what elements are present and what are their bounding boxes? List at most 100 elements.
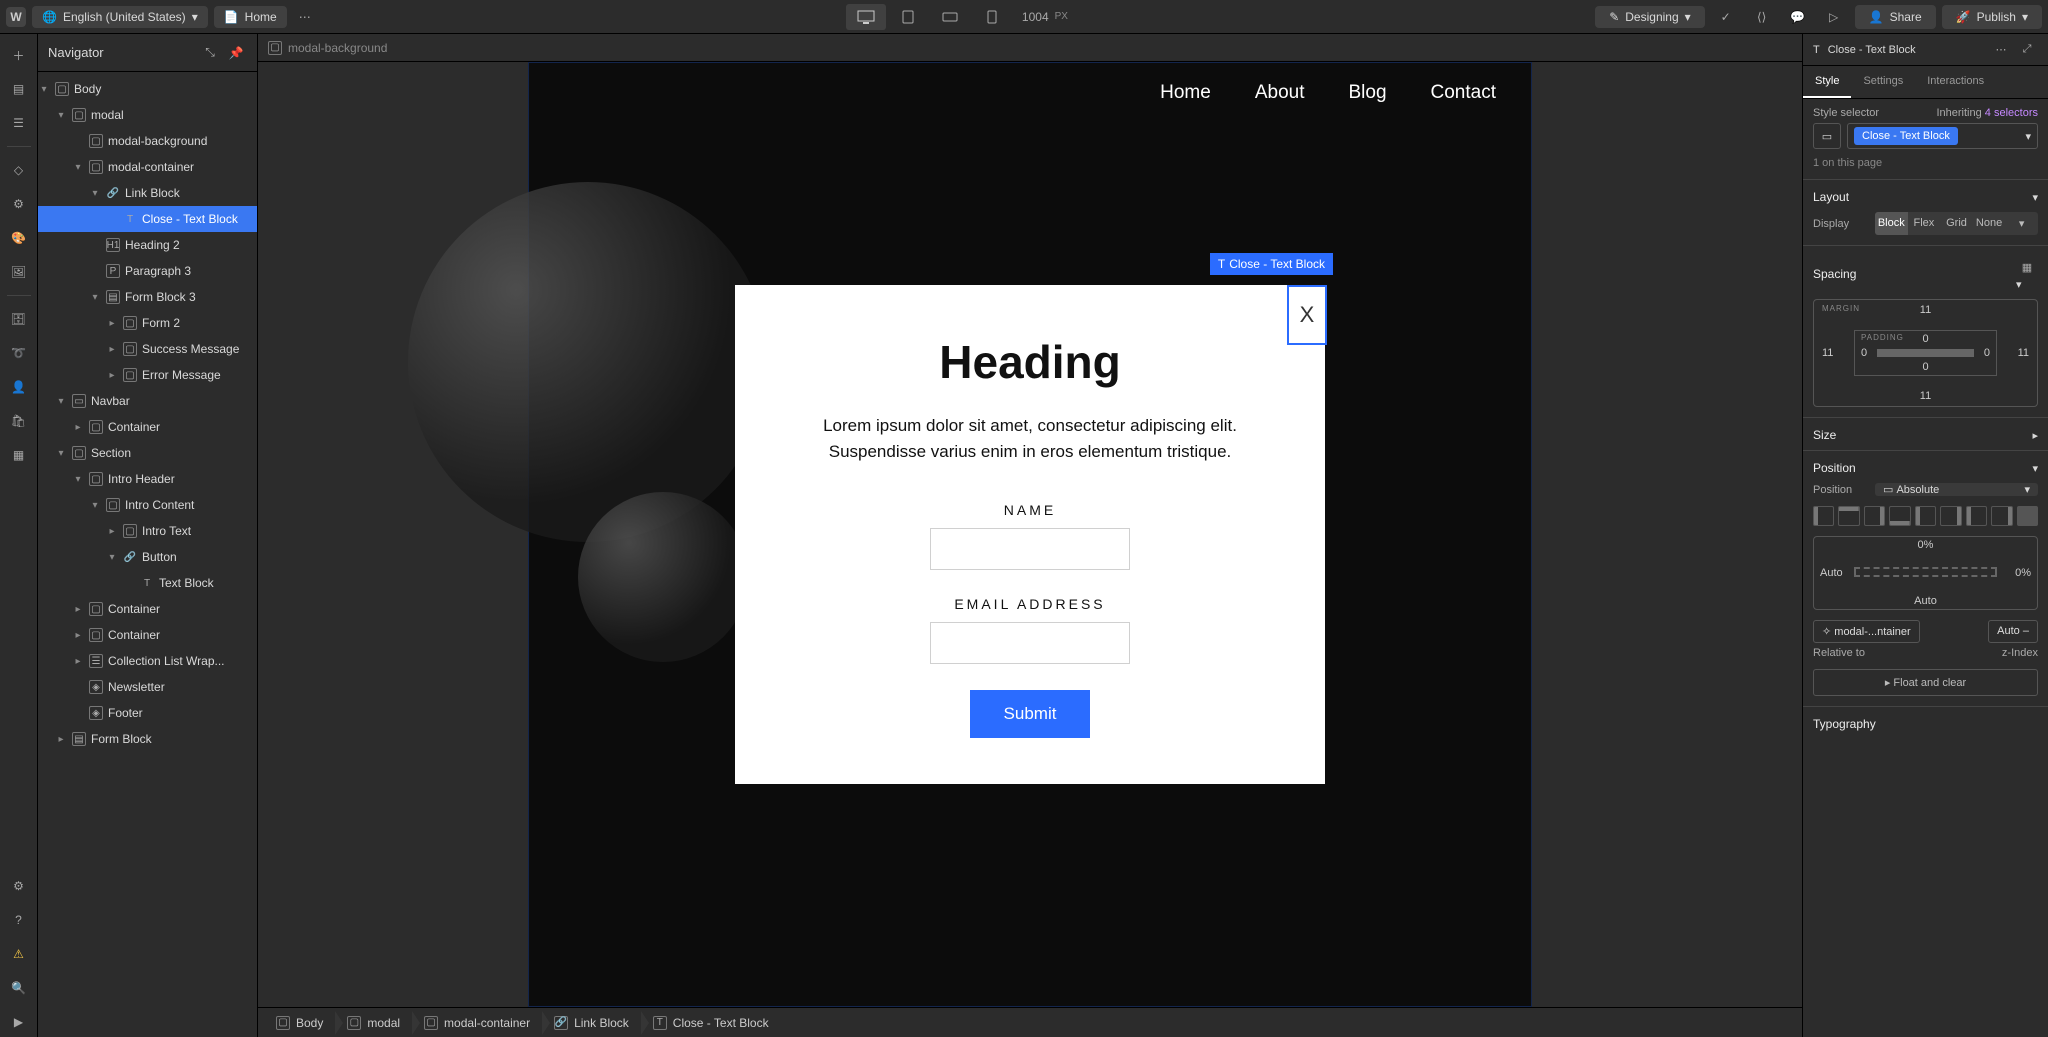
- breakpoint-mobile-landscape[interactable]: [930, 4, 970, 30]
- submit-button[interactable]: Submit: [970, 690, 1091, 738]
- preset-bl[interactable]: [1966, 506, 1987, 526]
- tree-row[interactable]: ▸☰Collection List Wrap...: [38, 648, 257, 674]
- settings-button[interactable]: ⚙: [4, 871, 34, 901]
- comments-icon[interactable]: 💬: [1783, 4, 1813, 30]
- selection-label[interactable]: T Close - Text Block: [1210, 253, 1333, 275]
- add-panel-button[interactable]: ＋: [4, 40, 34, 70]
- padding-bottom[interactable]: 0: [1922, 361, 1928, 373]
- variables-button[interactable]: ⚙: [4, 189, 34, 219]
- nav-link[interactable]: About: [1255, 82, 1305, 104]
- padding-box[interactable]: PADDING 0 0 0 0: [1854, 330, 1997, 376]
- spacing-editor[interactable]: MARGIN 11 11 11 11 PADDING 0 0 0 0: [1813, 299, 2038, 407]
- tree-row[interactable]: ▾▢modal: [38, 102, 257, 128]
- twisty-icon[interactable]: ▾: [55, 448, 67, 459]
- tree-row[interactable]: ▸▢Container: [38, 596, 257, 622]
- tree-row[interactable]: ▾▤Form Block 3: [38, 284, 257, 310]
- email-field[interactable]: [930, 622, 1130, 664]
- relative-to-button[interactable]: ✧ modal-...ntainer: [1813, 620, 1920, 643]
- more-settings-button[interactable]: ⋯: [1990, 39, 2012, 61]
- chevron-down-icon[interactable]: ▾: [2025, 130, 2031, 143]
- tree-row[interactable]: ▾▢Body: [38, 76, 257, 102]
- assets-button[interactable]: 🖼: [4, 257, 34, 287]
- section-layout[interactable]: Layout ▾: [1803, 179, 2048, 212]
- twisty-icon[interactable]: ▸: [55, 734, 67, 745]
- audit-warning-icon[interactable]: ⚠: [4, 939, 34, 969]
- padding-right[interactable]: 0: [1984, 347, 1990, 359]
- breadcrumb-segment[interactable]: ▢Body: [266, 1008, 337, 1037]
- preset-bottom[interactable]: [1889, 506, 1910, 526]
- tree-row[interactable]: ▸▢Success Message: [38, 336, 257, 362]
- tree-row[interactable]: ▾PParagraph 3: [38, 258, 257, 284]
- canvas-top-crumb[interactable]: ▢ modal-background: [258, 34, 1802, 62]
- float-clear-button[interactable]: ▸ Float and clear: [1813, 669, 2038, 696]
- help-button[interactable]: ?: [4, 905, 34, 935]
- pos-right[interactable]: 0%: [2015, 567, 2031, 579]
- display-more[interactable]: ▾: [2005, 212, 2038, 235]
- tree-row[interactable]: ▾TText Block: [38, 570, 257, 596]
- class-input[interactable]: Close - Text Block ▾: [1847, 123, 2038, 149]
- mode-selector[interactable]: ✎ Designing ▾: [1595, 6, 1704, 28]
- check-icon[interactable]: ✓: [1711, 4, 1741, 30]
- margin-top[interactable]: 11: [1920, 304, 1931, 316]
- preset-tr[interactable]: [1940, 506, 1961, 526]
- cms-button[interactable]: 🗄: [4, 304, 34, 334]
- tree-row[interactable]: ▾▢Intro Header: [38, 466, 257, 492]
- tree-row[interactable]: ▾🔗Button: [38, 544, 257, 570]
- breadcrumb-segment[interactable]: ▢modal-container: [414, 1008, 544, 1037]
- pos-bottom[interactable]: Auto: [1914, 595, 1937, 607]
- ecommerce-button[interactable]: 🛍: [4, 406, 34, 436]
- tree-row[interactable]: ▸▢Intro Text: [38, 518, 257, 544]
- padding-top[interactable]: 0: [1922, 333, 1928, 345]
- twisty-icon[interactable]: ▸: [72, 422, 84, 433]
- search-button[interactable]: 🔍: [4, 973, 34, 1003]
- spacing-presets-icon[interactable]: ▦: [2016, 256, 2038, 278]
- tree-row[interactable]: ▸▢Error Message: [38, 362, 257, 388]
- tree-row[interactable]: ▸▢Form 2: [38, 310, 257, 336]
- video-button[interactable]: ▶: [4, 1007, 34, 1037]
- locale-selector[interactable]: 🌐 English (United States) ▾: [32, 6, 208, 28]
- focus-button[interactable]: ⤢: [2016, 39, 2038, 61]
- breakpoint-tablet[interactable]: [888, 4, 928, 30]
- twisty-icon[interactable]: ▸: [106, 318, 118, 329]
- tab-interactions[interactable]: Interactions: [1915, 66, 1996, 98]
- section-spacing[interactable]: Spacing ▦ ▾: [1803, 245, 2048, 299]
- tree-row[interactable]: ▾▢Section: [38, 440, 257, 466]
- display-option[interactable]: Grid: [1940, 212, 1973, 235]
- twisty-icon[interactable]: ▸: [106, 526, 118, 537]
- tree-row[interactable]: ▸▢Container: [38, 622, 257, 648]
- tree-row[interactable]: ▾▢modal-background: [38, 128, 257, 154]
- twisty-icon[interactable]: ▸: [72, 630, 84, 641]
- breadcrumb-segment[interactable]: ▢modal: [337, 1008, 414, 1037]
- margin-bottom[interactable]: 11: [1920, 390, 1931, 402]
- breakpoint-mobile-portrait[interactable]: [972, 4, 1012, 30]
- navigator-tree[interactable]: ▾▢Body▾▢modal▾▢modal-background▾▢modal-c…: [38, 72, 257, 1037]
- section-size[interactable]: Size ▸: [1803, 417, 2048, 450]
- preview-icon[interactable]: ▷: [1819, 4, 1849, 30]
- breadcrumb-segment[interactable]: TClose - Text Block: [643, 1008, 783, 1037]
- twisty-icon[interactable]: ▾: [72, 162, 84, 173]
- close-button[interactable]: X: [1287, 285, 1327, 345]
- twisty-icon[interactable]: ▾: [89, 500, 101, 511]
- share-button[interactable]: 👤 Share: [1855, 5, 1936, 29]
- twisty-icon[interactable]: ▾: [38, 84, 50, 95]
- twisty-icon[interactable]: ▾: [55, 110, 67, 121]
- section-position[interactable]: Position ▾: [1803, 450, 2048, 483]
- zindex-button[interactable]: Auto –: [1988, 620, 2038, 643]
- preset-br[interactable]: [1991, 506, 2012, 526]
- twisty-icon[interactable]: ▾: [89, 188, 101, 199]
- navigator-panel-button[interactable]: ☰: [4, 108, 34, 138]
- tree-row[interactable]: ▸▢Container: [38, 414, 257, 440]
- position-presets[interactable]: [1813, 506, 2038, 526]
- display-option[interactable]: Flex: [1908, 212, 1941, 235]
- margin-left[interactable]: 11: [1822, 347, 1833, 359]
- breadcrumb-segment[interactable]: 🔗Link Block: [544, 1008, 643, 1037]
- tree-row[interactable]: ▾▭Navbar: [38, 388, 257, 414]
- nav-link[interactable]: Home: [1160, 82, 1211, 104]
- styles-button[interactable]: 🎨: [4, 223, 34, 253]
- tab-style[interactable]: Style: [1803, 66, 1851, 98]
- collapse-all-button[interactable]: ⤡: [199, 42, 221, 64]
- twisty-icon[interactable]: ▸: [106, 344, 118, 355]
- name-field[interactable]: [930, 528, 1130, 570]
- class-chip[interactable]: Close - Text Block: [1854, 127, 1958, 145]
- display-segment[interactable]: BlockFlexGridNone▾: [1875, 212, 2038, 235]
